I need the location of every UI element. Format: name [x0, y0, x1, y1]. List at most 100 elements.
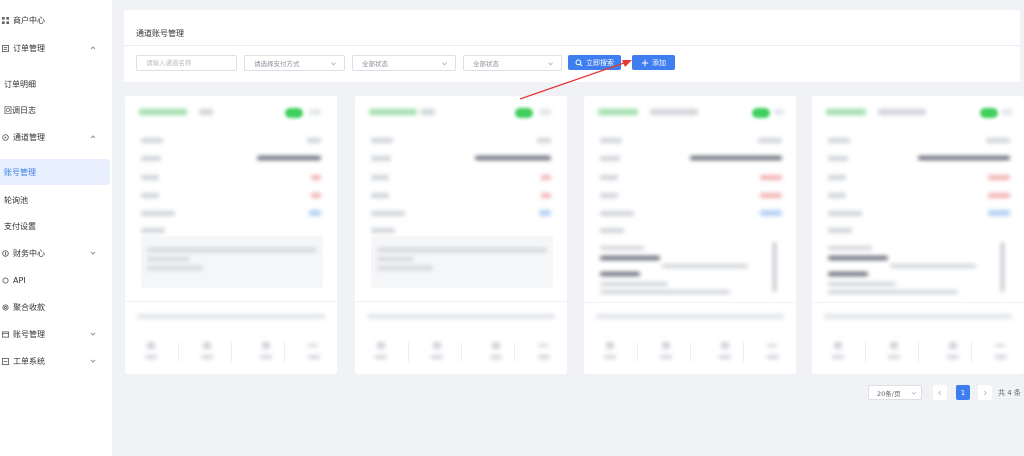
action-icon[interactable] [492, 342, 500, 349]
field-value [918, 156, 1010, 160]
action-icon[interactable] [377, 342, 385, 349]
sidebar-item-finance-center[interactable]: 财务中心 [0, 240, 110, 266]
field-value [988, 175, 1010, 180]
scrollbar[interactable] [1001, 242, 1004, 292]
action-label [145, 355, 157, 359]
sidebar-item-ticket-system[interactable]: 工单系统 [0, 348, 110, 374]
pay-method-select[interactable]: 请选择支付方式 [244, 55, 345, 71]
sidebar-item-aggregate-collection[interactable]: 聚合收款 [0, 294, 110, 320]
notes-label [141, 228, 165, 233]
notes-line [147, 257, 189, 261]
field-label [828, 156, 848, 161]
action-icon[interactable] [949, 342, 957, 349]
action-icon[interactable] [606, 342, 614, 349]
account-card [812, 96, 1024, 374]
action-label [947, 355, 959, 359]
action-icon[interactable] [995, 344, 1005, 347]
status-toggle[interactable] [980, 108, 998, 118]
action-icon[interactable] [433, 342, 441, 349]
notes-line [147, 266, 203, 270]
sidebar: 商户中心 订单管理 订单明细 回调日志 通道管理 账号管理 轮询池 支付设置 财… [0, 0, 112, 456]
sidebar-item-channel-management[interactable]: 通道管理 [0, 124, 110, 150]
aggregate-icon [1, 303, 9, 311]
sidebar-item-label: 订单管理 [13, 43, 45, 53]
divider [584, 302, 796, 303]
action-icon[interactable] [308, 344, 318, 347]
notes-line [600, 290, 730, 294]
field-value [539, 210, 551, 216]
filter-panel: 通道账号管理 请选择支付方式 全部状态 全部状态 立即搜索 添加 [124, 10, 1020, 82]
sidebar-item-label: 轮询池 [4, 195, 28, 205]
channel-name-input[interactable] [146, 59, 236, 67]
action-label [660, 355, 672, 359]
sidebar-item-callback-log[interactable]: 回调日志 [0, 97, 110, 123]
notes-line [662, 264, 748, 268]
channel-name-field[interactable] [136, 55, 237, 71]
card-title [598, 109, 638, 115]
grid-icon [1, 16, 9, 24]
field-value [760, 193, 782, 198]
divider [812, 302, 1024, 303]
prev-page-button[interactable] [933, 385, 947, 400]
divider [124, 45, 1020, 46]
status-toggle[interactable] [285, 108, 303, 118]
notes-box [141, 236, 323, 288]
sidebar-item-payment-settings[interactable]: 支付设置 [0, 213, 110, 239]
field-value [541, 193, 551, 198]
field-label [600, 138, 622, 143]
sidebar-item-label: 财务中心 [13, 248, 45, 258]
ticket-icon [1, 357, 9, 365]
sidebar-item-polling-pool[interactable]: 轮询池 [0, 187, 110, 213]
finance-icon [1, 249, 9, 257]
chevron-down-icon [90, 332, 96, 336]
scrollbar[interactable] [773, 242, 776, 292]
action-icon[interactable] [538, 344, 548, 347]
field-value [309, 210, 321, 216]
action-label [832, 355, 844, 359]
pay-method-value: 请选择支付方式 [254, 60, 300, 68]
action-icon[interactable] [203, 342, 211, 349]
status-toggle[interactable] [515, 108, 533, 118]
page-button-current[interactable]: 1 [956, 385, 970, 400]
action-icon[interactable] [721, 342, 729, 349]
divider [971, 342, 972, 362]
sidebar-item-label: 订单明细 [4, 79, 36, 89]
status-select-1[interactable]: 全部状态 [352, 55, 456, 71]
sidebar-item-merchant-center[interactable]: 商户中心 [0, 7, 110, 33]
action-icon[interactable] [662, 342, 670, 349]
field-label [600, 156, 620, 161]
next-page-button[interactable] [978, 385, 992, 400]
page-size-select[interactable]: 20条/页 [868, 385, 922, 400]
sidebar-item-order-management[interactable]: 订单管理 [0, 35, 110, 61]
sidebar-item-account-admin[interactable]: 账号管理 [0, 321, 110, 347]
action-label [201, 355, 213, 359]
plus-icon [641, 59, 649, 66]
notes-line [890, 264, 976, 268]
card-footer-text [824, 314, 1012, 319]
status-select-2[interactable]: 全部状态 [463, 55, 562, 71]
sidebar-item-account-management[interactable]: 账号管理 [0, 159, 110, 185]
action-icon[interactable] [147, 342, 155, 349]
action-icon[interactable] [834, 342, 842, 349]
field-value [760, 175, 782, 180]
field-label [828, 193, 846, 198]
status-toggle[interactable] [752, 108, 770, 118]
search-button[interactable]: 立即搜索 [568, 55, 621, 70]
field-value [988, 210, 1010, 216]
add-button[interactable]: 添加 [632, 55, 675, 70]
toggle-label [774, 109, 784, 115]
notes-line [828, 290, 958, 294]
card-subtitle [199, 109, 213, 115]
action-label [308, 355, 320, 359]
action-icon[interactable] [262, 342, 270, 349]
sidebar-item-api[interactable]: API [0, 267, 110, 293]
field-value [690, 156, 782, 160]
action-label [767, 355, 779, 359]
chevron-down-icon [911, 391, 917, 395]
notes-label [828, 228, 852, 233]
card-title [139, 109, 187, 115]
sidebar-item-order-details[interactable]: 订单明细 [0, 71, 110, 97]
field-label [141, 193, 159, 198]
action-icon[interactable] [890, 342, 898, 349]
action-icon[interactable] [767, 344, 777, 347]
